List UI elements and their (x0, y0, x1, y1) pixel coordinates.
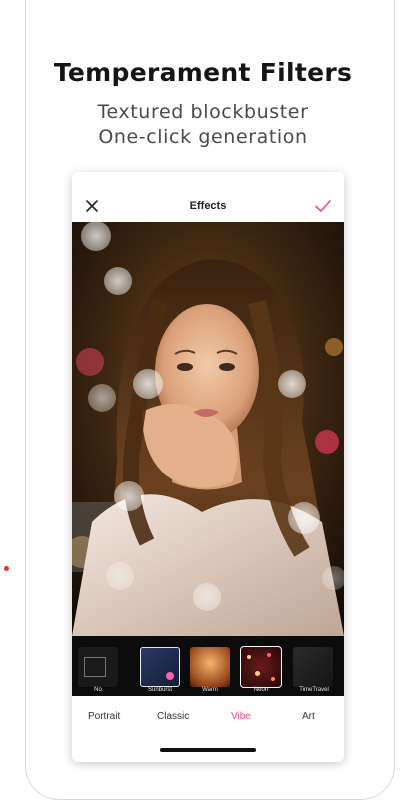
filter-label: TimeTravel (299, 687, 329, 693)
filter-label: Warm (202, 687, 218, 693)
tab-art[interactable]: Art (302, 711, 315, 722)
no-filter-icon (84, 657, 106, 677)
promo-headline: Temperament Filters (53, 58, 353, 87)
filter-thumb-no[interactable] (78, 647, 118, 687)
tab-vibe[interactable]: Vibe (231, 711, 251, 722)
category-tabs: Portrait Classic Vibe Art (72, 696, 344, 762)
filter-thumb-sunburst[interactable] (140, 647, 180, 687)
editor-title: Effects (189, 200, 227, 212)
portrait-photo (72, 222, 344, 636)
photo-preview[interactable] (72, 222, 344, 636)
check-icon[interactable] (314, 198, 332, 214)
editor-top-bar: Effects (72, 172, 344, 222)
home-indicator (160, 748, 256, 752)
filter-label: Neon (253, 687, 269, 693)
tab-classic[interactable]: Classic (157, 711, 189, 722)
promo-subtitle-line2: One-click generation (98, 126, 308, 148)
filter-thumb-warm[interactable] (190, 647, 230, 687)
filter-thumb-neon[interactable] (240, 646, 282, 688)
promo-subtitle-line1: Textured blockbuster (97, 101, 309, 123)
filter-label: No (94, 687, 102, 693)
filter-label: Sunburst (147, 687, 172, 693)
phone-screen: Effects No Sunburst Warm Neon TimeTravel… (72, 172, 344, 762)
filter-strip: No Sunburst Warm Neon TimeTravel (72, 636, 344, 696)
filter-thumb-timetravel[interactable] (293, 647, 333, 687)
red-dot-marker (4, 566, 9, 571)
tab-portrait[interactable]: Portrait (88, 711, 120, 722)
